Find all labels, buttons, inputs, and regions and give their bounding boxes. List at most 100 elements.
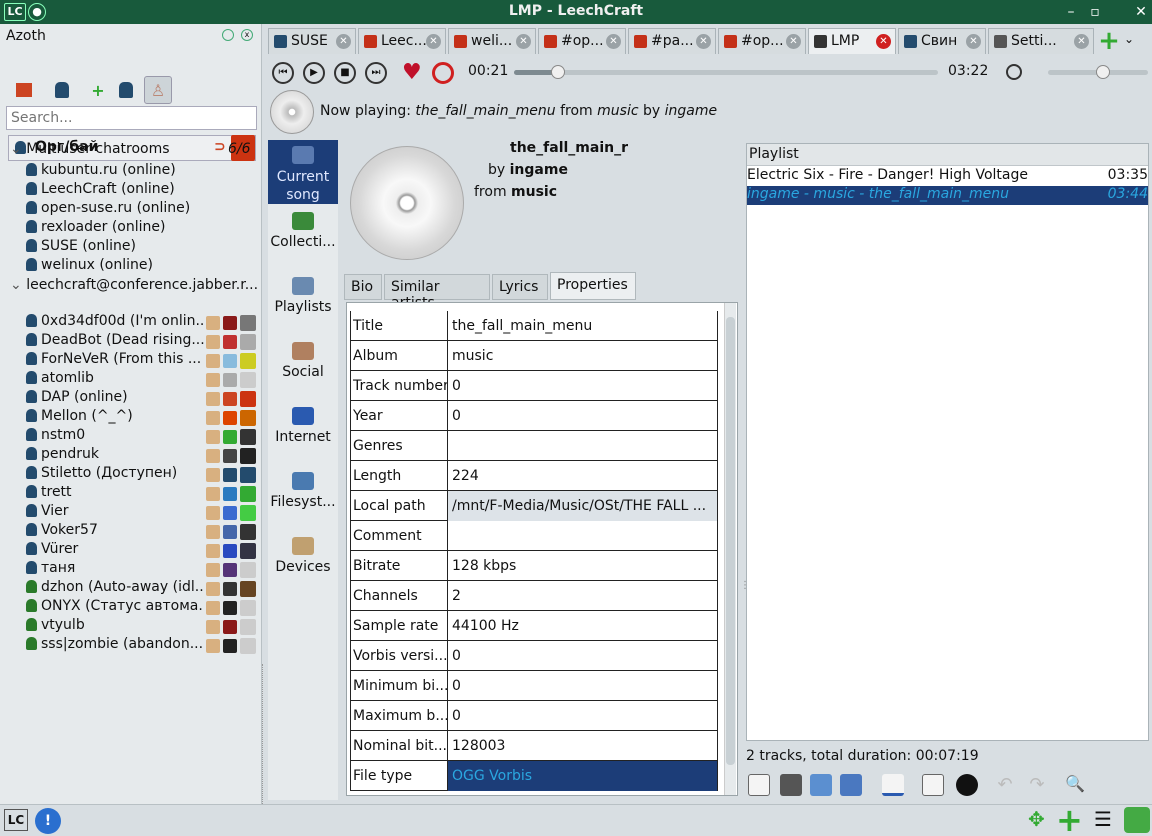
contact-item[interactable]: Voker57 — [26, 522, 204, 541]
tab-close-icon[interactable]: ✕ — [876, 34, 891, 49]
tab-7[interactable]: Свин ✕ — [898, 28, 986, 54]
tab-close-icon[interactable]: ✕ — [1074, 34, 1089, 49]
properties-scrollbar[interactable] — [724, 303, 736, 795]
room-item[interactable]: SUSE (online) — [26, 238, 256, 257]
search-input[interactable] — [6, 106, 257, 130]
room-item[interactable]: welinux (online) — [26, 257, 256, 276]
tab-close-icon[interactable]: ✕ — [966, 34, 981, 49]
contact-item[interactable]: DAP (online) — [26, 389, 204, 408]
property-row[interactable]: Genres — [350, 431, 718, 461]
clear-playlist-icon[interactable] — [748, 774, 770, 796]
find-icon[interactable]: 🔍 — [1064, 774, 1086, 796]
add-contact-icon[interactable]: + — [84, 76, 112, 104]
side-2[interactable]: Playlists — [268, 271, 338, 335]
tab-8[interactable]: Setti... ✕ — [988, 28, 1094, 54]
tab-5[interactable]: #op... ✕ — [718, 28, 806, 54]
save-playlist-icon[interactable] — [780, 774, 802, 796]
group-mucs[interactable]: ⌄ Multiuser chatrooms — [10, 141, 260, 160]
contact-item[interactable]: Mellon (^_^) — [26, 408, 204, 427]
add-url-icon[interactable] — [840, 774, 862, 796]
join-conference-icon[interactable] — [114, 76, 142, 104]
contact-item[interactable]: sss|zombie (abandon... — [26, 636, 204, 655]
property-row[interactable]: Local path/mnt/F-Media/Music/OSt/THE FAL… — [350, 491, 718, 521]
tab-2[interactable]: weli... ✕ — [448, 28, 536, 54]
room-item[interactable]: LeechCraft (online) — [26, 181, 256, 200]
tab-close-icon[interactable]: ✕ — [696, 34, 711, 49]
contact-item[interactable]: таня — [26, 560, 204, 579]
info-tab-3[interactable]: Properties — [550, 272, 636, 300]
contact-item[interactable]: vtyulb — [26, 617, 204, 636]
property-row[interactable]: Comment — [350, 521, 718, 551]
load-playlist-icon[interactable] — [810, 774, 832, 796]
contact-item[interactable]: Vürer — [26, 541, 204, 560]
tab-close-icon[interactable]: ✕ — [426, 34, 441, 49]
tab-3[interactable]: #op... ✕ — [538, 28, 626, 54]
minimize-icon[interactable]: – — [1062, 3, 1080, 21]
side-0[interactable]: Current song — [268, 140, 338, 204]
contact-item[interactable]: ONYX (Статус автома... — [26, 598, 204, 617]
property-row[interactable]: Title the_fall_main_menu — [350, 311, 718, 341]
move-icon[interactable]: ✥ — [1028, 807, 1045, 831]
tab-1[interactable]: Leec... ✕ — [358, 28, 446, 54]
contact-item[interactable]: Vier — [26, 503, 204, 522]
tab-0[interactable]: SUSE ✕ — [268, 28, 356, 54]
lc-menu-icon[interactable]: LC — [4, 809, 28, 831]
property-row[interactable]: Track number 0 — [350, 371, 718, 401]
property-row[interactable]: Bitrate 128 kbps — [350, 551, 718, 581]
tab-4[interactable]: #pa... ✕ — [628, 28, 716, 54]
info-tab-1[interactable]: Similar artists — [384, 274, 490, 311]
property-row[interactable]: Maximum b... 0 — [350, 701, 718, 731]
maximize-icon[interactable]: ▫ — [1086, 3, 1104, 21]
notification-icon[interactable]: ! — [35, 808, 61, 834]
info-tab-2[interactable]: Lyrics — [492, 274, 548, 300]
undo-icon[interactable]: ↶ — [994, 774, 1016, 796]
add-icon[interactable]: + — [1056, 801, 1083, 836]
contact-item[interactable]: atomlib — [26, 370, 204, 389]
account-menu-icon[interactable] — [50, 76, 78, 104]
volume-slider[interactable] — [1048, 65, 1148, 79]
seek-slider[interactable] — [514, 65, 938, 79]
close-icon[interactable]: ✕ — [1132, 3, 1150, 21]
info-tab-0[interactable]: Bio — [344, 274, 382, 300]
property-row[interactable]: File type OGG Vorbis — [350, 761, 718, 791]
property-row[interactable]: Year 0 — [350, 401, 718, 431]
contact-item[interactable]: Stiletto (Доступен) — [26, 465, 204, 484]
next-button[interactable]: ⏭ — [365, 62, 387, 84]
contact-item[interactable]: nstm0 — [26, 427, 204, 446]
room-item[interactable]: kubuntu.ru (online) — [26, 162, 256, 181]
shuffle-icon[interactable] — [956, 774, 978, 796]
redo-icon[interactable]: ↷ — [1026, 774, 1048, 796]
side-1[interactable]: Collecti... — [268, 206, 338, 270]
tab-close-icon[interactable]: ✕ — [606, 34, 621, 49]
panel-close-icon[interactable]: x — [241, 29, 253, 41]
contact-item[interactable]: DeadBot (Dead rising...) — [26, 332, 204, 351]
contact-item[interactable]: trett — [26, 484, 204, 503]
contact-item[interactable]: ForNeVeR (From this ... — [26, 351, 204, 370]
contact-item[interactable]: dzhon (Auto-away (idl... — [26, 579, 204, 598]
room-item[interactable]: rexloader (online) — [26, 219, 256, 238]
room-item[interactable]: open-suse.ru (online) — [26, 200, 256, 219]
stop-button[interactable]: ■ — [334, 62, 356, 84]
show-offline-icon[interactable]: ♙ — [144, 76, 172, 104]
property-row[interactable]: Minimum bi... 0 — [350, 671, 718, 701]
side-6[interactable]: Devices — [268, 531, 338, 595]
side-5[interactable]: Filesyst... — [268, 466, 338, 530]
play-mode-icon[interactable] — [882, 774, 904, 796]
sort-icon[interactable] — [922, 774, 944, 796]
plugin-icon[interactable] — [1124, 807, 1150, 833]
property-row[interactable]: Sample rate 44100 Hz — [350, 611, 718, 641]
tab-close-icon[interactable]: ✕ — [336, 34, 351, 49]
tab-close-icon[interactable]: ✕ — [516, 34, 531, 49]
menu-icon[interactable]: ☰ — [1094, 807, 1112, 831]
ban-icon[interactable] — [432, 62, 454, 84]
property-row[interactable]: Length 224 — [350, 461, 718, 491]
float-icon[interactable] — [222, 29, 234, 41]
add-tab-icon[interactable]: + — [1098, 28, 1120, 54]
volume-icon[interactable] — [1006, 64, 1022, 80]
play-button[interactable]: ▶ — [303, 62, 325, 84]
contact-item[interactable]: pendruk — [26, 446, 204, 465]
tab-list-icon[interactable]: ⌄ — [1124, 32, 1134, 46]
status-menu-icon[interactable] — [10, 76, 38, 104]
playlist-row[interactable]: Electric Six - Fire - Danger! High Volta… — [747, 167, 1148, 186]
playlist-row[interactable]: ingame - music - the_fall_main_menu 03:44 — [747, 186, 1148, 205]
